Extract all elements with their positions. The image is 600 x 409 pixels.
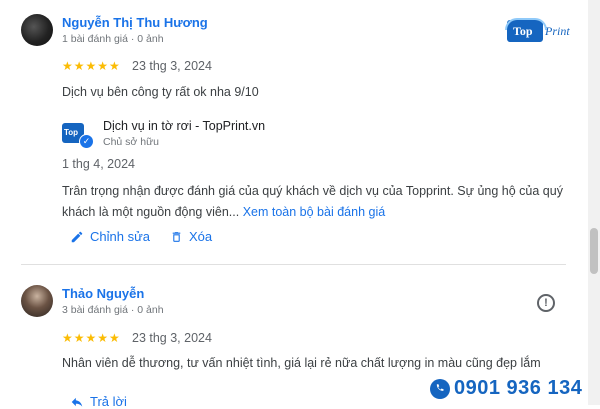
reviewer-avatar[interactable] [21,285,53,317]
reply-date: 1 thg 4, 2024 [62,157,135,171]
reply-text: Trân trọng nhận được đánh giá của quý kh… [62,181,567,223]
delete-reply-button[interactable]: Xóa [170,229,212,244]
phone-watermark: 0901 936 134 [430,377,582,400]
reviewer-meta: 3 bài đánh giá · 0 ảnh [62,304,164,316]
pencil-icon [71,231,83,242]
scrollbar-track[interactable] [588,0,600,405]
see-full-review-link[interactable]: Xem toàn bộ bài đánh giá [243,205,385,219]
reviewer-avatar[interactable] [21,14,53,46]
review-text: Nhân viên dễ thương, tư vấn nhiệt tình, … [62,356,541,370]
phone-number: 0901 936 134 [454,377,583,399]
reply-button[interactable]: Trả lời [70,394,127,409]
rating-stars: ★★★★★ [62,59,121,73]
topprint-logo: Top Print [505,18,577,44]
reviewer-name[interactable]: Nguyễn Thị Thu Hương [62,15,208,30]
review-date: 23 thg 3, 2024 [132,331,212,345]
review-divider [21,264,566,265]
logo-text-print: Print [545,24,570,38]
scrollbar-thumb[interactable] [590,228,598,274]
edit-label: Chỉnh sửa [90,229,151,244]
reviewer-name[interactable]: Thảo Nguyễn [62,286,144,301]
trash-icon [172,231,181,242]
logo-text-top: Top [513,24,533,38]
report-icon[interactable]: ! [537,294,555,312]
business-avatar: Top ✓ [62,121,94,149]
business-name[interactable]: Dịch vụ in tờ rơi - TopPrint.vn [103,119,265,133]
owner-role: Chủ sở hữu [103,136,159,148]
reply-arrow-icon [71,397,83,407]
edit-reply-button[interactable]: Chỉnh sửa [70,229,150,244]
verified-badge-icon: ✓ [79,134,94,149]
business-avatar-text: Top [64,128,79,137]
review-date: 23 thg 3, 2024 [132,59,212,73]
reviewer-meta: 1 bài đánh giá · 0 ảnh [62,33,164,45]
review-text: Dịch vụ bên công ty rất ok nha 9/10 [62,85,259,99]
rating-stars: ★★★★★ [62,331,121,345]
delete-label: Xóa [189,229,213,244]
phone-icon [430,378,450,399]
reply-label: Trả lời [90,394,127,409]
